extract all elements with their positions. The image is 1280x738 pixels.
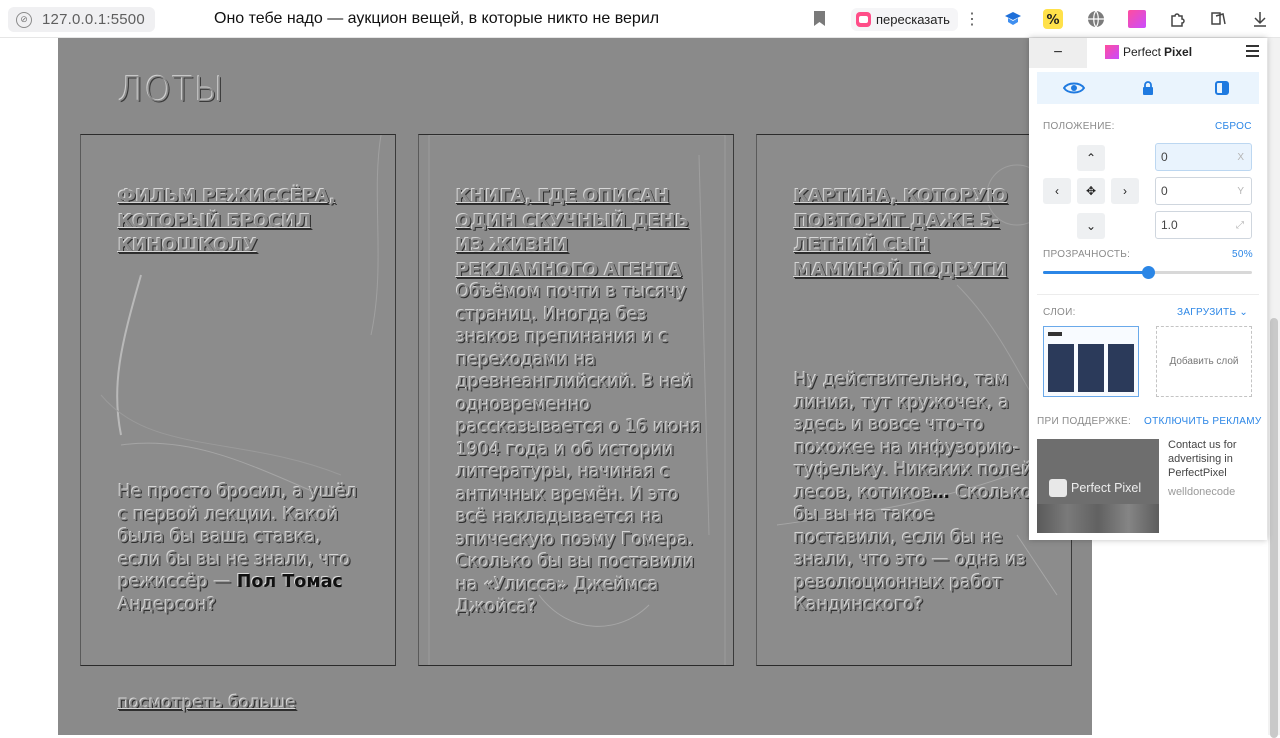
url-text[interactable]: 127.0.0.1:5500: [42, 11, 145, 28]
x-offset-value: 0: [1161, 150, 1168, 164]
svg-text:%: %: [1046, 13, 1059, 28]
lots-section: ЛОТЫ ФИЛЬМ РЕЖИССЁРА, КОТОРЫЙ БРОСИЛ КИН…: [58, 38, 1092, 735]
brand-light: Perfect: [1123, 45, 1162, 59]
y-axis-label: Y: [1237, 185, 1244, 197]
layers-label: СЛОИ:: [1043, 307, 1076, 318]
retell-icon: [856, 12, 871, 27]
move-right-button[interactable]: ›: [1111, 178, 1139, 204]
divider: [1037, 294, 1259, 295]
section-title: ЛОТЫ: [118, 70, 226, 110]
lot-title[interactable]: КНИГА, ГДЕ ОПИСАН ОДИН СКУЧНЫЙ ДЕНЬ ИЗ Ж…: [456, 185, 696, 283]
bookmark-icon[interactable]: [813, 10, 826, 27]
center-button[interactable]: ✥: [1077, 178, 1105, 204]
opacity-slider-knob[interactable]: [1141, 266, 1155, 279]
extensions-puzzle-icon[interactable]: [1168, 9, 1188, 29]
lot-title[interactable]: ФИЛЬМ РЕЖИССЁРА, КОТОРЫЙ БРОСИЛ КИНОШКОЛ…: [118, 185, 358, 259]
retell-label: пересказать: [876, 12, 950, 27]
opacity-label: ПРОЗРАЧНОСТЬ:: [1043, 249, 1131, 260]
layer-thumb-card: [1108, 344, 1134, 392]
site-info-icon[interactable]: ⊘: [16, 11, 32, 28]
page-left-margin: [0, 38, 58, 735]
lot-description-highlight: Пол Томас: [236, 572, 343, 592]
reset-link[interactable]: СБРОС: [1215, 121, 1252, 132]
move-up-button[interactable]: ⌃: [1077, 145, 1105, 171]
lot-description: Не просто бросил, а ушёл с первой лекции…: [118, 481, 366, 616]
globe-extension-icon[interactable]: [1086, 9, 1106, 29]
ad-banner[interactable]: Perfect Pixel: [1037, 439, 1159, 533]
ad-contact-text: Contact us for advertising in PerfectPix…: [1168, 439, 1237, 479]
panel-header: − Perfect Pixel: [1029, 38, 1267, 68]
eye-icon: [1063, 82, 1085, 94]
lot-description-highlight: …: [932, 482, 956, 503]
ad-contact[interactable]: Contact us for advertising in PerfectPix…: [1168, 438, 1264, 499]
move-down-button[interactable]: ⌄: [1077, 213, 1105, 239]
layer-thumb-title: [1048, 332, 1062, 336]
move-left-button[interactable]: ‹: [1043, 178, 1071, 204]
lot-description-end: Андерсон?: [118, 594, 217, 615]
ad-title: Perfect Pixel: [1071, 481, 1142, 495]
opacity-slider[interactable]: [1043, 266, 1252, 279]
center-icon: ✥: [1085, 184, 1097, 198]
lock-icon: [1143, 81, 1153, 95]
perfect-pixel-logo-icon: [1105, 45, 1119, 59]
x-axis-label: X: [1237, 151, 1244, 163]
resize-icon: ⤢: [1236, 219, 1244, 231]
lot-card-book[interactable]: КНИГА, ГДЕ ОПИСАН ОДИН СКУЧНЫЙ ДЕНЬ ИЗ Ж…: [418, 134, 734, 666]
position-label: ПОЛОЖЕНИЕ:: [1043, 121, 1115, 132]
minimize-button[interactable]: −: [1029, 38, 1087, 68]
perfect-pixel-panel: − Perfect Pixel ПОЛОЖЕНИЕ: СБРОС ⌃ ‹ ✥ › …: [1029, 38, 1267, 540]
download-icon[interactable]: [1250, 9, 1270, 29]
scale-value: 1.0: [1161, 218, 1178, 232]
chevron-down-icon: ⌄: [1085, 219, 1097, 233]
layer-thumb-card: [1078, 344, 1104, 392]
upload-link[interactable]: ЗАГРУЗИТЬ ⌄: [1177, 307, 1248, 318]
blue-shield-extension-icon[interactable]: [1003, 9, 1023, 29]
discount-extension-icon[interactable]: %: [1043, 9, 1063, 29]
y-offset-value: 0: [1161, 184, 1168, 198]
x-offset-field[interactable]: 0 X: [1155, 143, 1252, 171]
perfect-pixel-extension-icon[interactable]: [1127, 9, 1147, 29]
lot-description: Объёмом почти в тысячу страниц. Иногда б…: [456, 281, 704, 619]
opacity-value: 50%: [1232, 249, 1253, 260]
toggle-invert[interactable]: [1185, 72, 1259, 104]
lot-description-text: Объёмом почти в тысячу страниц. Иногда б…: [456, 282, 702, 617]
retell-button[interactable]: пересказать: [851, 8, 958, 31]
more-options-icon[interactable]: ⋮: [964, 9, 980, 29]
layer-thumb-card: [1048, 344, 1074, 392]
lot-card-film[interactable]: ФИЛЬМ РЕЖИССЁРА, КОТОРЫЙ БРОСИЛ КИНОШКОЛ…: [80, 134, 396, 666]
ad-logo-icon: [1049, 479, 1067, 497]
page-title: Оно тебе надо — аукцион вещей, в которые…: [214, 10, 660, 27]
panel-brand: Perfect Pixel: [1105, 45, 1192, 59]
lot-title[interactable]: КАРТИНА, КОТОРУЮ ПОВТОРИТ ДАЖЕ 5-ЛЕТНИЙ …: [794, 185, 1034, 283]
chevron-down-icon: ⌄: [1239, 307, 1249, 318]
y-offset-field[interactable]: 0 Y: [1155, 177, 1252, 205]
toggle-visibility[interactable]: [1037, 72, 1111, 104]
address-bar[interactable]: ⊘ 127.0.0.1:5500: [8, 7, 155, 32]
collections-icon[interactable]: [1208, 9, 1228, 29]
invert-colors-icon: [1215, 81, 1229, 95]
chevron-up-icon: ⌃: [1085, 151, 1097, 165]
opacity-slider-fill: [1043, 271, 1148, 274]
hamburger-menu-icon[interactable]: [1246, 45, 1259, 57]
toggle-lock[interactable]: [1111, 72, 1185, 104]
layer-thumbnail[interactable]: [1043, 326, 1139, 397]
add-layer-button[interactable]: Добавить слой: [1156, 326, 1252, 397]
see-more-link[interactable]: посмотреть больше: [118, 693, 296, 713]
chevron-left-icon: ‹: [1055, 184, 1059, 198]
support-label: ПРИ ПОДДЕРЖКЕ:: [1037, 416, 1132, 427]
page-scrollbar[interactable]: [1268, 38, 1280, 738]
panel-toggles: [1037, 72, 1259, 104]
brand-bold: Pixel: [1164, 45, 1193, 59]
lot-description: Ну действительно, там линия, тут кружоче…: [794, 369, 1042, 617]
upload-label: ЗАГРУЗИТЬ: [1177, 307, 1237, 318]
ad-pattern: [1037, 504, 1159, 533]
scale-field[interactable]: 1.0 ⤢: [1155, 211, 1252, 239]
browser-toolbar: ⊘ 127.0.0.1:5500 Оно тебе надо — аукцион…: [0, 0, 1280, 38]
chevron-right-icon: ›: [1123, 184, 1127, 198]
disable-ads-link[interactable]: ОТКЛЮЧИТЬ РЕКЛАМУ: [1144, 416, 1262, 427]
ad-contact-sub: welldonecode: [1168, 486, 1236, 498]
scrollbar-thumb[interactable]: [1270, 318, 1278, 738]
lot-card-painting[interactable]: КАРТИНА, КОТОРУЮ ПОВТОРИТ ДАЖЕ 5-ЛЕТНИЙ …: [756, 134, 1072, 666]
